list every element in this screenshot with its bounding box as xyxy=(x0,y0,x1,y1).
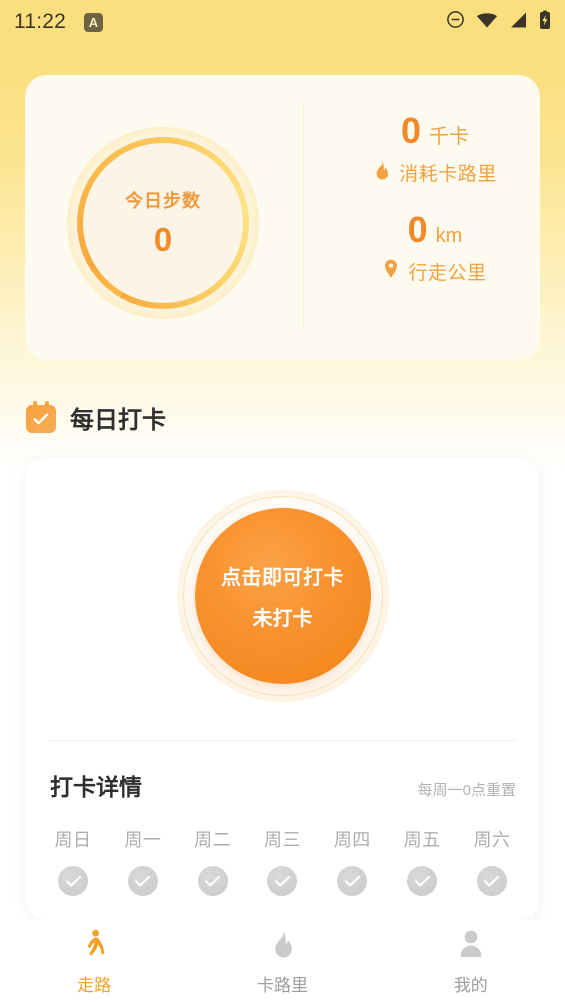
ring-inner: 今日步数 0 xyxy=(83,143,243,303)
distance-caption-row: 行走公里 xyxy=(335,258,535,285)
checkin-button[interactable]: 点击即可打卡 未打卡 xyxy=(194,508,371,684)
step-progress-ring[interactable]: 今日步数 0 xyxy=(67,127,259,319)
nav-tab-profile[interactable]: 我的 xyxy=(377,929,565,996)
checkin-status-label: 未打卡 xyxy=(252,608,313,630)
status-bar-icons xyxy=(446,10,551,35)
punch-button-wrapper: 点击即可打卡 未打卡 xyxy=(176,490,389,702)
distance-stat: 0 km 行走公里 xyxy=(335,212,535,285)
daily-summary-card: 今日步数 0 0 千卡 消耗卡路里 0 km 行走公里 xyxy=(25,75,540,360)
weekday-item-saturday[interactable]: 周六 xyxy=(461,826,523,896)
nav-tab-label: 走路 xyxy=(77,975,112,995)
check-circle-icon xyxy=(197,866,228,896)
calories-caption: 消耗卡路里 xyxy=(399,164,497,185)
ring-track: 今日步数 0 xyxy=(77,137,249,309)
calories-value: 0 xyxy=(400,110,422,151)
weekday-label: 周六 xyxy=(473,830,511,850)
step-count-value: 0 xyxy=(153,221,173,258)
weekday-label: 周三 xyxy=(263,830,301,850)
wifi-icon xyxy=(476,11,498,34)
battery-charging-icon xyxy=(539,10,551,35)
calories-caption-row: 消耗卡路里 xyxy=(335,159,535,186)
calories-value-row: 0 千卡 xyxy=(335,113,535,149)
check-circle-icon xyxy=(127,866,158,896)
flame-icon xyxy=(270,929,294,964)
checkin-button-primary-label: 点击即可打卡 xyxy=(221,567,344,589)
distance-caption: 行走公里 xyxy=(408,263,487,284)
weekday-label: 周四 xyxy=(333,830,371,850)
weekday-label: 周日 xyxy=(54,830,92,850)
checkin-reset-note: 每周一0点重置 xyxy=(417,782,516,799)
weekday-item-sunday[interactable]: 周日 xyxy=(42,826,104,896)
status-bar: 11:22 A xyxy=(0,0,565,44)
weekday-item-friday[interactable]: 周五 xyxy=(391,826,453,896)
weekday-item-monday[interactable]: 周一 xyxy=(112,826,174,896)
check-circle-icon xyxy=(476,866,507,896)
weekday-label: 周一 xyxy=(124,830,162,850)
check-circle-icon xyxy=(267,866,298,896)
weekday-item-tuesday[interactable]: 周二 xyxy=(182,826,244,896)
calendar-check-icon xyxy=(26,401,56,433)
nav-tab-label: 卡路里 xyxy=(256,975,308,995)
checkin-card: 点击即可打卡 未打卡 打卡详情 每周一0点重置 周日 周一 周二 周三 周四 周… xyxy=(26,458,539,920)
flame-icon xyxy=(373,160,390,185)
calories-stat: 0 千卡 消耗卡路里 xyxy=(335,113,535,186)
nav-tab-walking[interactable]: 走路 xyxy=(0,929,188,996)
weekday-label: 周五 xyxy=(403,830,441,850)
step-count-label: 今日步数 xyxy=(125,191,201,211)
card-divider xyxy=(48,740,517,741)
location-pin-icon xyxy=(383,259,399,284)
nav-tab-calories[interactable]: 卡路里 xyxy=(188,929,376,996)
weekday-item-thursday[interactable]: 周四 xyxy=(321,826,383,896)
distance-unit: km xyxy=(435,225,463,247)
daily-checkin-section-header: 每日打卡 xyxy=(26,400,166,435)
nav-tab-label: 我的 xyxy=(453,975,488,995)
checkin-detail-title: 打卡详情 xyxy=(50,774,142,800)
summary-stats: 0 千卡 消耗卡路里 0 km 行走公里 xyxy=(335,113,535,311)
check-circle-icon xyxy=(58,866,88,896)
bottom-navigation-bar: 走路 卡路里 我的 xyxy=(0,920,565,1004)
check-circle-icon xyxy=(337,866,368,896)
section-title: 每日打卡 xyxy=(70,407,166,434)
cellular-signal-icon xyxy=(509,11,528,34)
weekday-label: 周二 xyxy=(194,830,232,850)
checkin-detail-header: 打卡详情 每周一0点重置 xyxy=(50,768,516,802)
check-circle-icon xyxy=(407,866,438,896)
person-icon xyxy=(457,929,485,964)
distance-value: 0 xyxy=(407,209,428,250)
walking-person-icon xyxy=(81,929,107,964)
do-not-disturb-icon xyxy=(446,10,465,34)
notification-badge-icon: A xyxy=(84,12,103,32)
weekday-checkin-row: 周日 周一 周二 周三 周四 周五 周六 xyxy=(42,826,523,896)
distance-value-row: 0 km xyxy=(335,212,535,248)
card-vertical-divider xyxy=(303,103,304,331)
calories-unit: 千卡 xyxy=(429,126,470,148)
weekday-item-wednesday[interactable]: 周三 xyxy=(251,826,313,896)
status-bar-time: 11:22 xyxy=(14,10,66,33)
